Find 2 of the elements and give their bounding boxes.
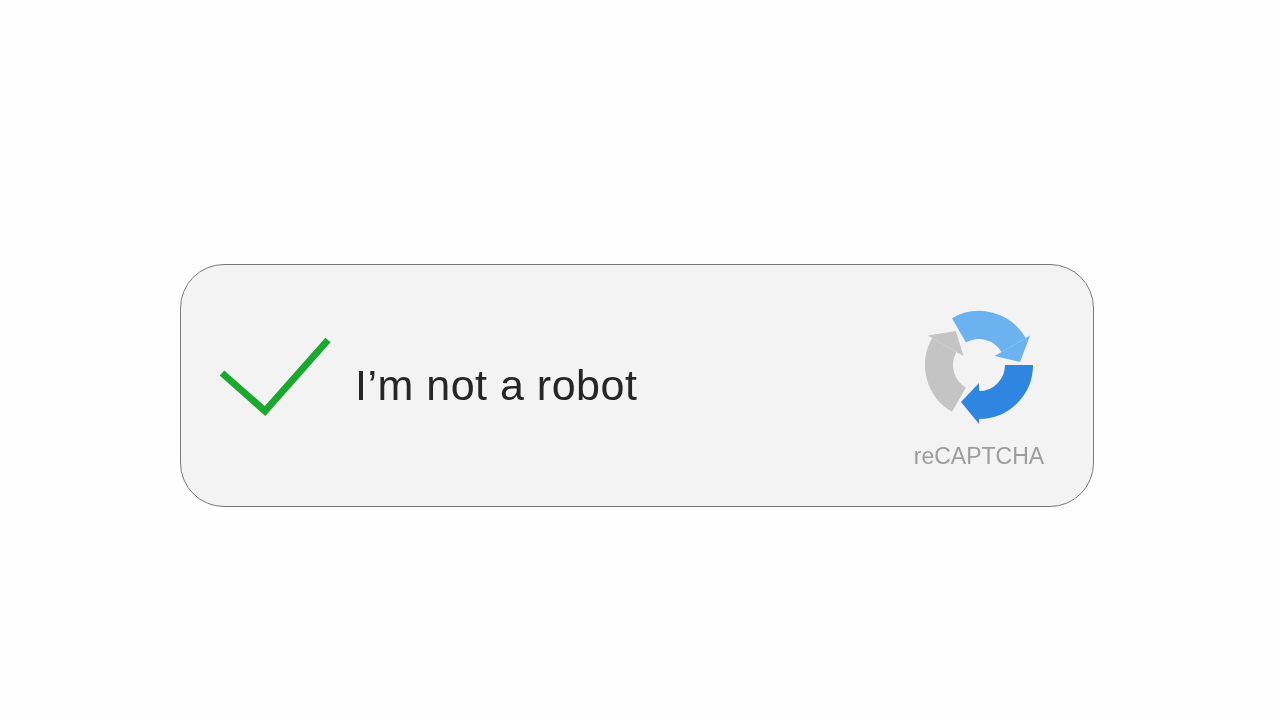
captcha-label: I’m not a robot	[355, 361, 639, 410]
brand-text: reCAPTCHA	[913, 443, 1045, 470]
